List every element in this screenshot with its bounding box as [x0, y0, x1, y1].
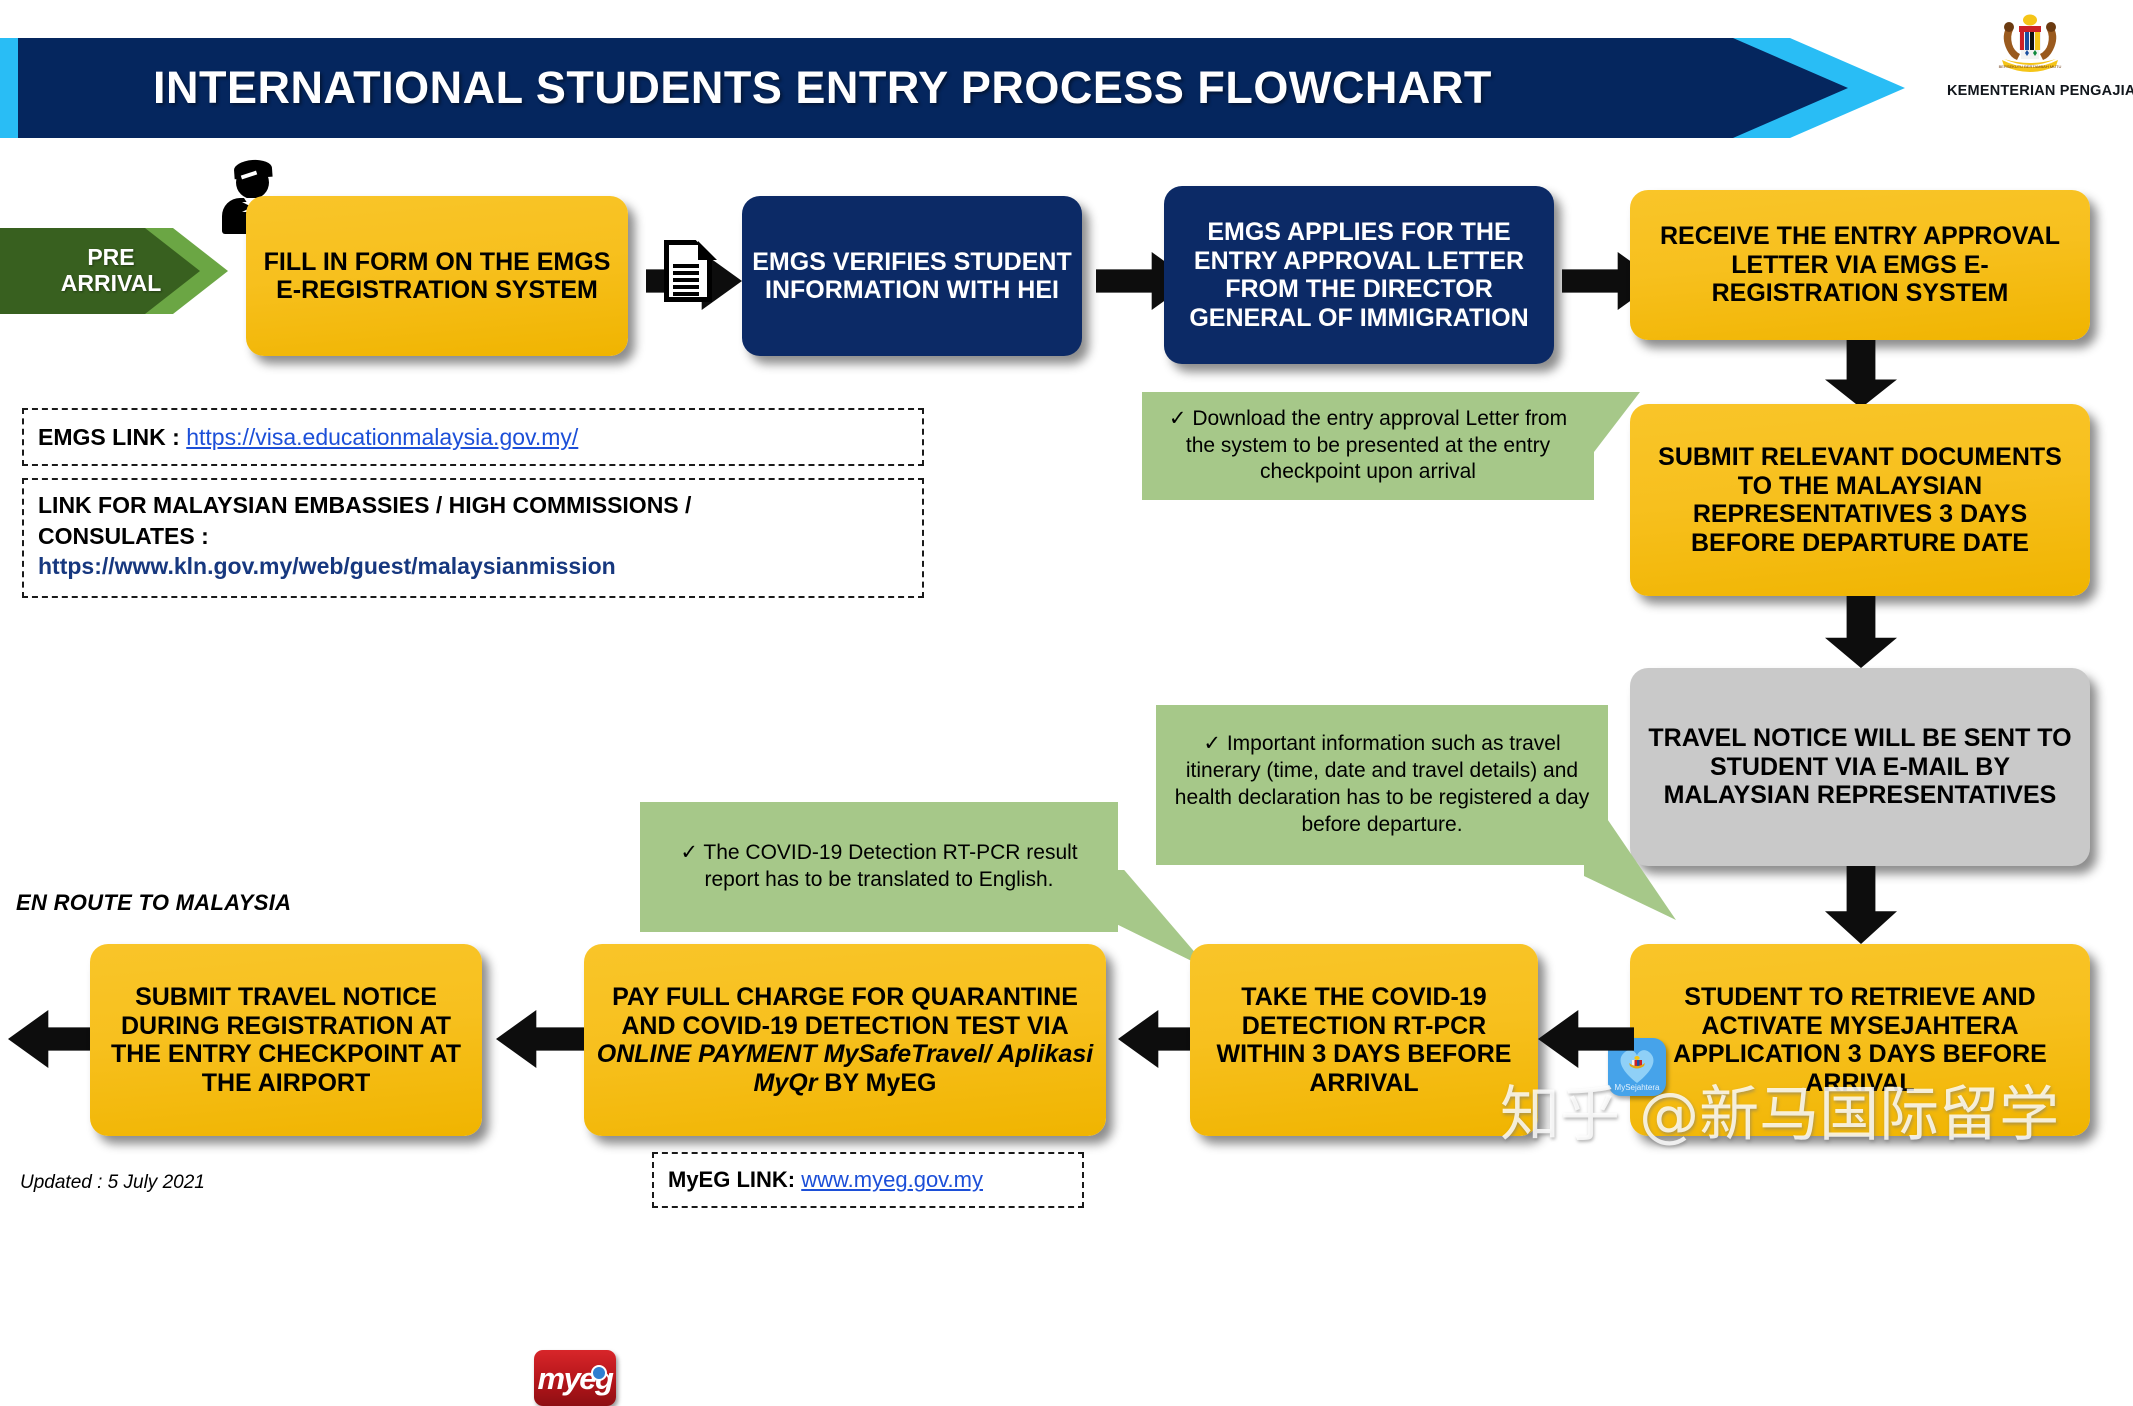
box-fill-form-label: FILL IN FORM ON THE EMGS E-REGISTRATION …: [263, 247, 611, 305]
box-submit-documents-label: SUBMIT RELEVANT DOCUMENTS TO THE MALAYSI…: [1658, 443, 2062, 557]
svg-text:BERSEKUTU BERTAMBAH MUTU: BERSEKUTU BERTAMBAH MUTU: [1999, 64, 2062, 69]
box-submit-travel-notice-label: SUBMIT TRAVEL NOTICE DURING REGISTRATION…: [110, 983, 461, 1097]
box-pay-charge-label: PAY FULL CHARGE FOR QUARANTINE AND COVID…: [594, 983, 1096, 1097]
ministry-label: KEMENTERIAN PENGAJIAN TINGGI: [1947, 83, 2133, 99]
page-title: INTERNATIONAL STUDENTS ENTRY PROCESS FLO…: [153, 62, 1492, 113]
check-icon: ✓: [1203, 732, 1221, 756]
callout-important-info: ✓ Important information such as travel i…: [1156, 705, 1608, 865]
ministry-branding: BERSEKUTU BERTAMBAH MUTU KEMENTERIAN PEN…: [1947, 14, 2133, 99]
pre-arrival-line2: ARRIVAL: [60, 270, 162, 296]
embassy-link-box[interactable]: LINK FOR MALAYSIAN EMBASSIES / HIGH COMM…: [22, 478, 924, 598]
emgs-link-url[interactable]: https://visa.educationmalaysia.gov.my/: [186, 424, 578, 450]
myeg-link-url[interactable]: www.myeg.gov.my: [801, 1167, 983, 1192]
box-fill-form[interactable]: FILL IN FORM ON THE EMGS E-REGISTRATION …: [246, 196, 628, 356]
box-retrieve-mysejahtera[interactable]: STUDENT TO RETRIEVE AND ACTIVATE MYSEJAH…: [1630, 944, 2090, 1136]
pay-charge-part1: PAY FULL CHARGE FOR QUARANTINE AND COVID…: [612, 983, 1078, 1040]
malaysia-coat-of-arms-icon: BERSEKUTU BERTAMBAH MUTU: [1999, 14, 2062, 72]
box-submit-travel-notice[interactable]: SUBMIT TRAVEL NOTICE DURING REGISTRATION…: [90, 944, 482, 1136]
box-travel-notice[interactable]: TRAVEL NOTICE WILL BE SENT TO STUDENT VI…: [1630, 668, 2090, 866]
box-emgs-applies[interactable]: EMGS APPLIES FOR THE ENTRY APPROVAL LETT…: [1164, 186, 1554, 364]
callout-important-info-text: Important information such as travel iti…: [1174, 732, 1590, 836]
header-banner: INTERNATIONAL STUDENTS ENTRY PROCESS FLO…: [18, 38, 1848, 138]
emgs-link-box[interactable]: EMGS LINK : https://visa.educationmalays…: [22, 408, 924, 466]
callout-translate-report: ✓ The COVID-19 Detection RT-PCR result r…: [640, 802, 1118, 932]
box-take-test[interactable]: TAKE THE COVID-19 DETECTION RT-PCR WITHI…: [1190, 944, 1538, 1136]
myeg-link-label: MyEG LINK:: [668, 1167, 802, 1193]
box-pay-charge[interactable]: PAY FULL CHARGE FOR QUARANTINE AND COVID…: [584, 944, 1106, 1136]
box-receive-letter[interactable]: RECEIVE THE ENTRY APPROVAL LETTER VIA EM…: [1630, 190, 2090, 340]
embassy-link-label-1: LINK FOR MALAYSIAN EMBASSIES / HIGH COMM…: [38, 492, 692, 518]
box-emgs-applies-label: EMGS APPLIES FOR THE ENTRY APPROVAL LETT…: [1189, 218, 1529, 332]
box-receive-letter-label: RECEIVE THE ENTRY APPROVAL LETTER VIA EM…: [1659, 222, 2061, 308]
flowchart-canvas: INTERNATIONAL STUDENTS ENTRY PROCESS FLO…: [0, 0, 2133, 1406]
embassy-link-url[interactable]: https://www.kln.gov.my/web/guest/malaysi…: [38, 553, 616, 579]
document-form-icon: [664, 240, 718, 306]
box-submit-documents[interactable]: SUBMIT RELEVANT DOCUMENTS TO THE MALAYSI…: [1630, 404, 2090, 596]
emgs-link-label: EMGS LINK :: [38, 423, 187, 450]
check-icon: ✓: [680, 841, 698, 865]
arrow-down-1: [1825, 340, 1897, 408]
updated-date: Updated : 5 July 2021: [20, 1172, 205, 1193]
box-emgs-verifies-label: EMGS VERIFIES STUDENT INFORMATION WITH H…: [752, 247, 1072, 305]
arrow-left-1: [496, 1010, 592, 1068]
box-take-test-label: TAKE THE COVID-19 DETECTION RT-PCR WITHI…: [1216, 983, 1512, 1097]
myeg-logo-icon: myeg: [534, 1350, 616, 1406]
pre-arrival-line1: PRE: [87, 244, 135, 271]
box-emgs-verifies[interactable]: EMGS VERIFIES STUDENT INFORMATION WITH H…: [742, 196, 1082, 356]
pay-charge-part2: BY MyEG: [817, 1068, 937, 1097]
box-retrieve-mysejahtera-label: STUDENT TO RETRIEVE AND ACTIVATE MYSEJAH…: [1673, 983, 2047, 1097]
arrow-down-3: [1825, 866, 1897, 944]
callout-translate-report-text: The COVID-19 Detection RT-PCR result rep…: [703, 841, 1078, 891]
box-travel-notice-label: TRAVEL NOTICE WILL BE SENT TO STUDENT VI…: [1648, 724, 2072, 810]
arrow-down-2: [1825, 596, 1897, 668]
check-icon: ✓: [1168, 406, 1187, 430]
mysejahtera-icon-label: MySejahtera: [1614, 1083, 1660, 1092]
en-route-stage-label: EN ROUTE TO MALAYSIA: [16, 890, 292, 915]
embassy-link-label-2: CONSULATES :: [38, 522, 209, 549]
callout-download-letter-text: Download the entry approval Letter from …: [1185, 406, 1568, 484]
callout-download-letter: ✓ Download the entry approval Letter fro…: [1142, 392, 1594, 500]
